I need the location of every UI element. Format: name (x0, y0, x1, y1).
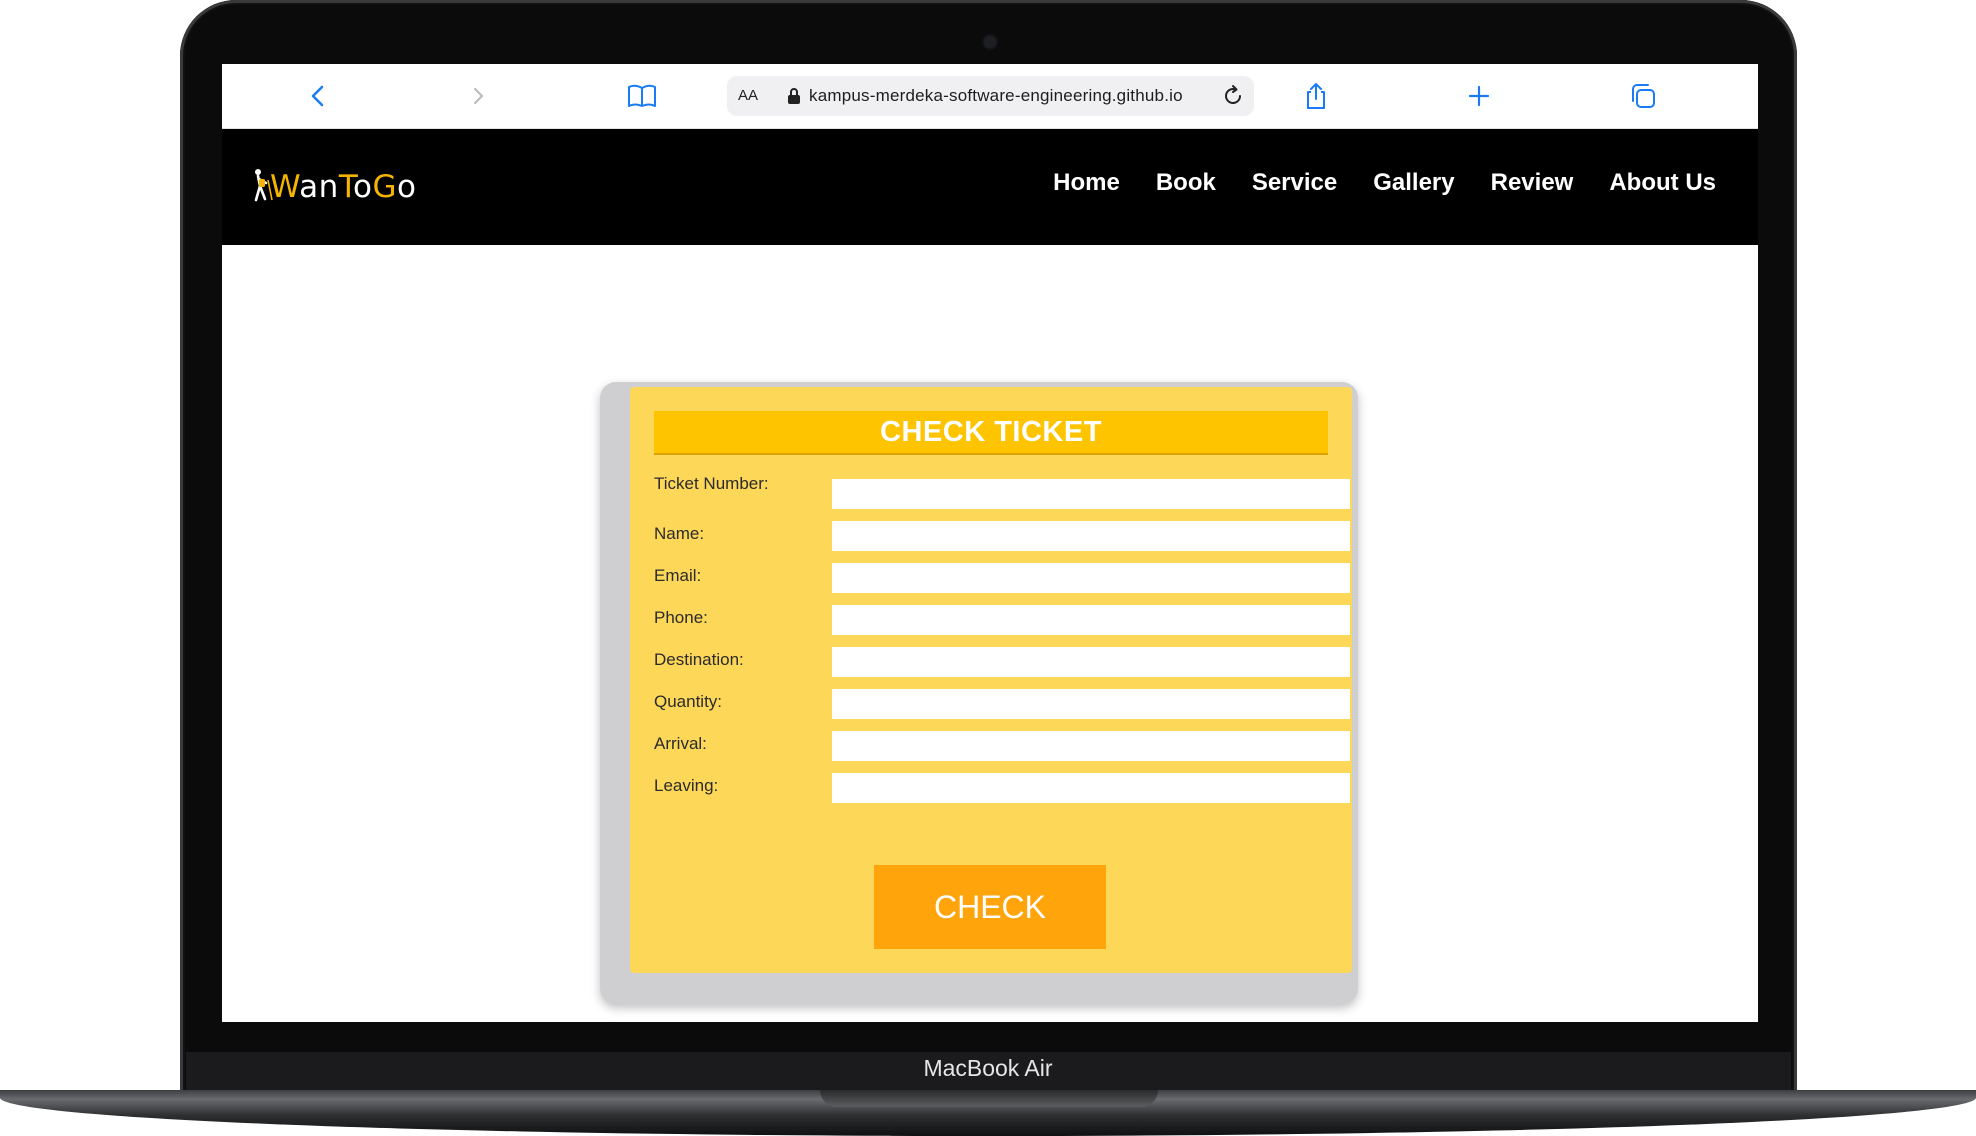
field-row-phone: Phone: (654, 605, 1350, 637)
arrival-label: Arrival: (654, 734, 707, 753)
camera (984, 36, 996, 48)
laptop-notch (820, 1090, 1158, 1107)
ticket-number-label: Ticket Number: (654, 474, 769, 493)
email-input[interactable] (832, 563, 1350, 593)
browser-toolbar: AA kampus-merdeka-software-engineering.g… (222, 64, 1758, 129)
logo-letter-t: T (338, 169, 353, 205)
reload-icon[interactable] (1221, 84, 1245, 113)
field-row-email: Email: (654, 563, 1350, 595)
field-row-leaving: Leaving: (654, 773, 1350, 805)
device-label: MacBook Air (923, 1055, 1053, 1081)
field-row-quantity: Quantity: (654, 689, 1350, 721)
field-row-name: Name: (654, 521, 1350, 553)
quantity-label: Quantity: (654, 692, 723, 711)
site-navbar: WanToGo Home Book Service Gallery Review… (222, 129, 1758, 245)
name-input[interactable] (832, 521, 1350, 551)
nav-gallery[interactable]: Gallery (1373, 169, 1454, 197)
logo-letter-g: G (372, 169, 397, 205)
forward-icon[interactable] (461, 78, 497, 114)
logo-part-o-2: o (397, 169, 417, 205)
phone-label: Phone: (654, 608, 708, 627)
leaving-label: Leaving: (654, 776, 719, 795)
arrival-input[interactable] (832, 731, 1350, 761)
nav-service[interactable]: Service (1252, 169, 1337, 197)
browser-screen: AA kampus-merdeka-software-engineering.g… (222, 64, 1758, 1022)
destination-label: Destination: (654, 650, 744, 669)
url-text: kampus-merdeka-software-engineering.gith… (809, 86, 1183, 105)
tabs-icon[interactable] (1625, 78, 1661, 114)
plus-icon[interactable] (1461, 78, 1497, 114)
field-row-destination: Destination: (654, 647, 1350, 679)
nav-links: Home Book Service Gallery Review About U… (1053, 169, 1716, 197)
phone-input[interactable] (832, 605, 1350, 635)
quantity-input[interactable] (832, 689, 1350, 719)
email-label: Email: (654, 566, 702, 585)
check-ticket-form: CHECK TICKET Ticket Number: Name: Email:… (630, 387, 1352, 973)
ticket-number-input[interactable] (832, 479, 1350, 509)
nav-about-us[interactable]: About Us (1609, 169, 1716, 197)
nav-home[interactable]: Home (1053, 169, 1120, 197)
name-label: Name: (654, 524, 705, 543)
lock-icon (787, 87, 801, 110)
nav-book[interactable]: Book (1156, 169, 1216, 197)
destination-input[interactable] (832, 647, 1350, 677)
logo-part-an: an (299, 169, 339, 205)
site-logo[interactable]: WanToGo (252, 165, 416, 209)
check-button[interactable]: CHECK (874, 865, 1106, 949)
logo-part-o: o (353, 169, 373, 205)
book-icon[interactable] (624, 78, 660, 114)
back-icon[interactable] (300, 78, 336, 114)
share-icon[interactable] (1298, 78, 1334, 114)
field-row-arrival: Arrival: (654, 731, 1350, 763)
leaving-input[interactable] (832, 773, 1350, 803)
text-size-button[interactable]: AA (738, 87, 758, 104)
form-title: CHECK TICKET (654, 411, 1328, 455)
address-bar[interactable]: AA kampus-merdeka-software-engineering.g… (727, 76, 1254, 116)
nav-review[interactable]: Review (1491, 169, 1574, 197)
logo-letter-w: W (270, 169, 300, 205)
field-row-ticket-number: Ticket Number: (654, 471, 1350, 509)
site-logo-text: WanToGo (270, 169, 416, 205)
